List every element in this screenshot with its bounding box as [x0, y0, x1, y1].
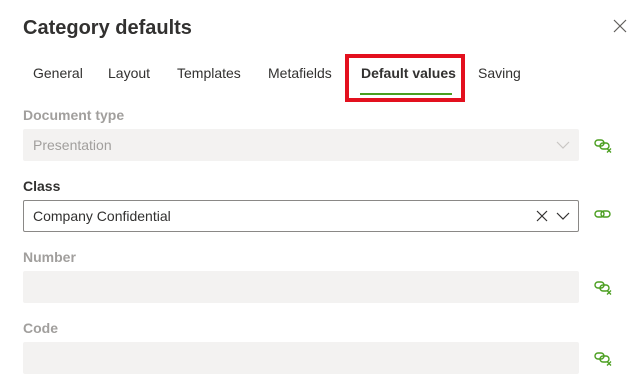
number-input[interactable] [23, 271, 579, 303]
class-label: Class [23, 178, 61, 194]
unlink-icon[interactable] [594, 279, 612, 295]
code-input[interactable] [23, 342, 579, 374]
document-type-value: Presentation [33, 137, 112, 153]
document-type-label: Document type [23, 107, 125, 123]
highlight-annotation [345, 54, 465, 102]
document-type-dropdown[interactable]: Presentation [23, 129, 579, 161]
code-label: Code [23, 320, 58, 336]
dialog-title: Category defaults [23, 17, 192, 39]
close-button[interactable] [610, 16, 630, 36]
clear-icon[interactable] [536, 210, 548, 222]
tab-metafields[interactable]: Metafields [268, 56, 332, 92]
tab-templates[interactable]: Templates [177, 56, 241, 92]
tab-layout[interactable]: Layout [108, 56, 150, 92]
link-icon[interactable] [594, 207, 612, 223]
tab-saving[interactable]: Saving [478, 56, 521, 92]
unlink-icon[interactable] [594, 350, 612, 366]
chevron-down-icon [556, 141, 570, 149]
tab-general[interactable]: General [33, 56, 83, 92]
chevron-down-icon [556, 212, 570, 220]
unlink-icon[interactable] [594, 137, 612, 153]
tab-bar: General Layout Templates Metafields Defa… [0, 56, 641, 96]
close-icon [613, 19, 627, 33]
class-dropdown[interactable]: Company Confidential [23, 200, 579, 232]
number-label: Number [23, 249, 76, 265]
class-value: Company Confidential [33, 208, 171, 224]
